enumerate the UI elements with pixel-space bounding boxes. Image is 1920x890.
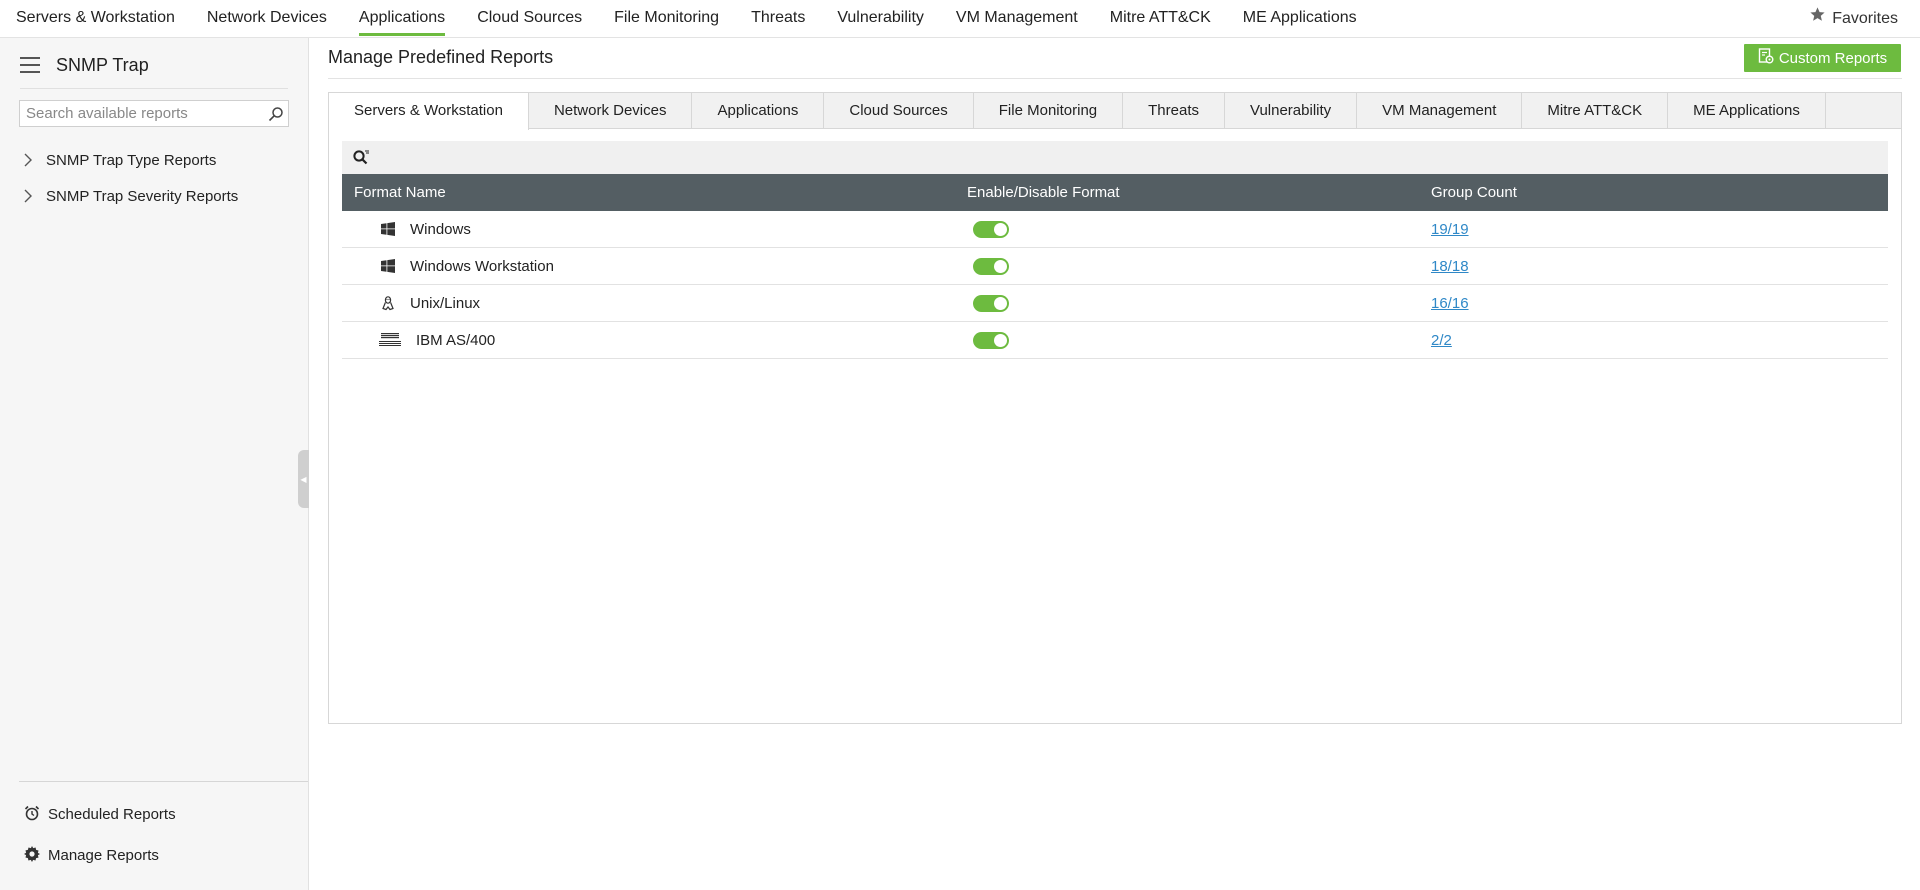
- toggle-cell: [961, 294, 1426, 312]
- tree-item-snmp-trap-type-reports[interactable]: SNMP Trap Type Reports: [20, 142, 238, 178]
- top-nav-vulnerability[interactable]: Vulnerability: [821, 0, 940, 37]
- scheduled-reports-label: Scheduled Reports: [48, 806, 176, 823]
- hamburger-menu-icon[interactable]: [20, 57, 40, 73]
- tab-file-monitoring[interactable]: File Monitoring: [974, 93, 1124, 129]
- top-navigation: Servers & Workstation Network Devices Ap…: [0, 0, 1920, 38]
- sidebar-bottom-links: Scheduled Reports Manage Reports: [24, 794, 176, 876]
- toggle-cell: [961, 220, 1426, 238]
- toggle-cell: [961, 257, 1426, 275]
- report-gear-icon: [1758, 48, 1774, 68]
- sidebar-header: SNMP Trap: [20, 50, 149, 80]
- linux-icon: [380, 295, 396, 311]
- chevron-right-icon: [20, 188, 36, 204]
- top-nav-servers-workstation[interactable]: Servers & Workstation: [0, 0, 191, 37]
- group-count-link[interactable]: 16/16: [1431, 295, 1469, 312]
- table-row: Windows 19/19: [342, 211, 1888, 248]
- report-search-box: [19, 100, 289, 127]
- tab-threats[interactable]: Threats: [1123, 93, 1225, 129]
- custom-reports-label: Custom Reports: [1778, 49, 1888, 67]
- format-name-cell: Unix/Linux: [342, 295, 961, 312]
- enable-format-toggle[interactable]: [973, 257, 1009, 275]
- top-nav-applications[interactable]: Applications: [343, 0, 461, 37]
- windows-icon: [380, 258, 396, 274]
- table-row: Windows Workstation 18/18: [342, 248, 1888, 285]
- formats-table: Format Name Enable/Disable Format Group …: [342, 174, 1888, 359]
- top-nav-file-monitoring[interactable]: File Monitoring: [598, 0, 735, 37]
- scheduled-reports-link[interactable]: Scheduled Reports: [24, 794, 176, 835]
- favorites-link[interactable]: Favorites: [1809, 0, 1898, 37]
- top-nav-threats[interactable]: Threats: [735, 0, 821, 37]
- table-search-icon[interactable]: [352, 148, 372, 168]
- enable-format-toggle[interactable]: [973, 294, 1009, 312]
- group-count-cell: 16/16: [1426, 295, 1888, 312]
- manage-reports-link[interactable]: Manage Reports: [24, 835, 176, 876]
- tree-item-snmp-trap-severity-reports[interactable]: SNMP Trap Severity Reports: [20, 178, 238, 214]
- group-count-cell: 18/18: [1426, 258, 1888, 275]
- sidebar-bottom-divider: [19, 781, 308, 782]
- manage-reports-label: Manage Reports: [48, 847, 159, 864]
- header-enable-disable: Enable/Disable Format: [967, 184, 1120, 201]
- toggle-cell: [961, 331, 1426, 349]
- group-count-link[interactable]: 18/18: [1431, 258, 1469, 275]
- tab-vm-management[interactable]: VM Management: [1357, 93, 1523, 129]
- sidebar-title: SNMP Trap: [56, 54, 149, 75]
- predefined-reports-panel: Servers & Workstation Network Devices Ap…: [328, 92, 1902, 724]
- header-format-name: Format Name: [354, 184, 446, 201]
- top-nav-vm-management[interactable]: VM Management: [940, 0, 1094, 37]
- top-nav-cloud-sources[interactable]: Cloud Sources: [461, 0, 598, 37]
- tree-item-label: SNMP Trap Severity Reports: [46, 187, 239, 205]
- enable-format-toggle[interactable]: [973, 220, 1009, 238]
- sidebar: SNMP Trap SNMP Trap Type Reports SNMP Tr…: [0, 38, 309, 890]
- group-count-link[interactable]: 2/2: [1431, 332, 1452, 349]
- windows-icon: [380, 221, 396, 237]
- top-nav-me-applications[interactable]: ME Applications: [1227, 0, 1373, 37]
- tab-cloud-sources[interactable]: Cloud Sources: [824, 93, 974, 129]
- top-nav-items: Servers & Workstation Network Devices Ap…: [0, 0, 1373, 37]
- sidebar-divider: [20, 88, 288, 89]
- title-divider: [328, 78, 1902, 79]
- format-name: IBM AS/400: [416, 331, 496, 349]
- report-tree: SNMP Trap Type Reports SNMP Trap Severit…: [20, 142, 238, 214]
- tab-servers-workstation[interactable]: Servers & Workstation: [329, 93, 529, 130]
- group-count-cell: 2/2: [1426, 332, 1888, 349]
- ibm-as400-icon: [378, 332, 402, 348]
- table-row: IBM AS/400 2/2: [342, 322, 1888, 359]
- top-nav-mitre-attack[interactable]: Mitre ATT&CK: [1094, 0, 1227, 37]
- enable-format-toggle[interactable]: [973, 331, 1009, 349]
- tree-item-label: SNMP Trap Type Reports: [46, 151, 217, 169]
- table-filter-bar: [342, 141, 1888, 174]
- format-name-cell: IBM AS/400: [342, 332, 961, 349]
- group-count-link[interactable]: 19/19: [1431, 221, 1469, 238]
- format-name: Windows: [410, 220, 471, 238]
- format-name: Unix/Linux: [410, 294, 481, 312]
- alarm-clock-icon: [24, 805, 48, 825]
- tab-network-devices[interactable]: Network Devices: [529, 93, 693, 129]
- favorites-label: Favorites: [1832, 9, 1898, 27]
- top-nav-network-devices[interactable]: Network Devices: [191, 0, 343, 37]
- star-icon: [1809, 1, 1826, 37]
- tab-vulnerability[interactable]: Vulnerability: [1225, 93, 1358, 129]
- group-count-cell: 19/19: [1426, 221, 1888, 238]
- search-icon[interactable]: [264, 101, 288, 126]
- page-title: Manage Predefined Reports: [328, 47, 554, 67]
- header-group-count: Group Count: [1431, 184, 1517, 201]
- collapse-arrow-icon: ◀: [300, 474, 307, 484]
- tab-me-applications[interactable]: ME Applications: [1668, 93, 1826, 129]
- category-tabs: Servers & Workstation Network Devices Ap…: [329, 93, 1901, 130]
- sidebar-collapse-handle[interactable]: ◀: [298, 450, 309, 508]
- table-header: Format Name Enable/Disable Format Group …: [342, 174, 1888, 211]
- tab-mitre-attack[interactable]: Mitre ATT&CK: [1522, 93, 1669, 129]
- format-name-cell: Windows: [342, 221, 961, 238]
- format-name-cell: Windows Workstation: [342, 258, 961, 275]
- format-name: Windows Workstation: [410, 257, 554, 275]
- chevron-right-icon: [20, 152, 36, 168]
- gear-icon: [24, 845, 48, 866]
- tab-applications[interactable]: Applications: [692, 93, 825, 129]
- table-row: Unix/Linux 16/16: [342, 285, 1888, 322]
- custom-reports-button[interactable]: Custom Reports: [1744, 44, 1901, 72]
- report-search-input[interactable]: [20, 101, 264, 126]
